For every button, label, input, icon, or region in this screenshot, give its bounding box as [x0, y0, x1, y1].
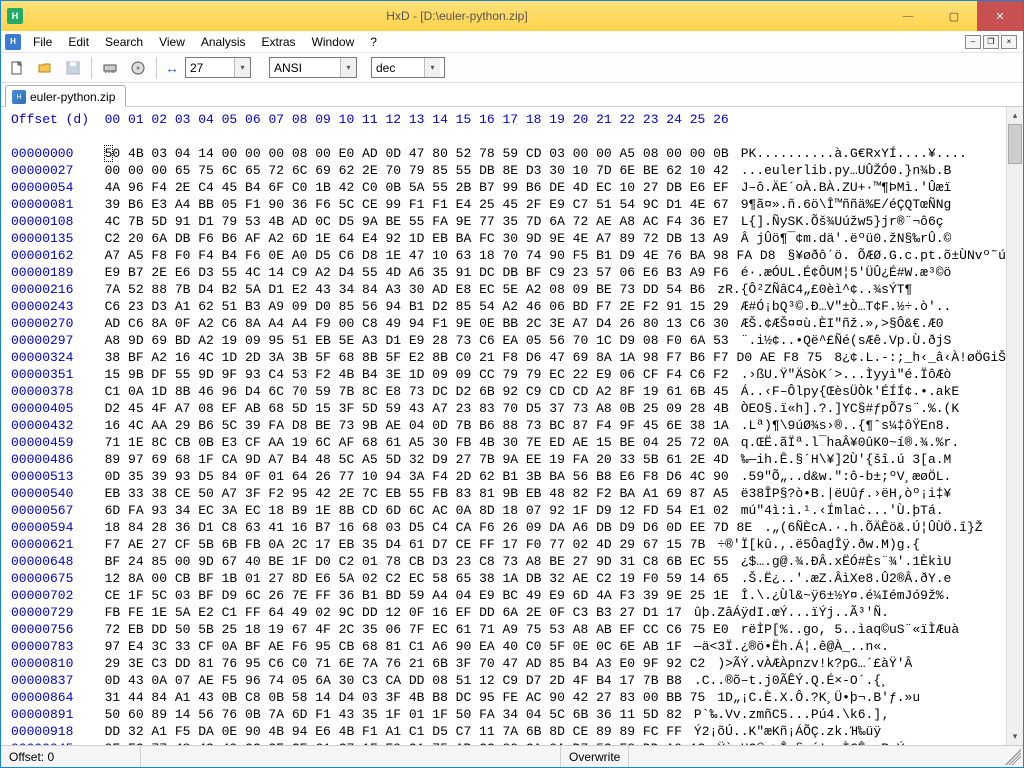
numberbase-combo[interactable]: ▾	[371, 57, 445, 78]
menu-view[interactable]: View	[151, 33, 193, 51]
toolbar: ↔ ▾ ▾ ▾	[1, 53, 1023, 83]
minimize-button[interactable]: —	[885, 1, 931, 31]
mdi-restore-button[interactable]: ❐	[983, 35, 999, 49]
menu-edit[interactable]: Edit	[60, 33, 97, 51]
menu-analysis[interactable]: Analysis	[193, 33, 254, 51]
width-arrow-icon: ↔	[163, 60, 181, 76]
menu-window[interactable]: Window	[304, 33, 363, 51]
file-icon: H	[12, 90, 26, 104]
status-bar: Offset: 0 Overwrite	[1, 745, 1023, 767]
menu-help[interactable]: ?	[362, 33, 385, 51]
ram-button[interactable]	[98, 56, 122, 80]
bytes-per-row-input[interactable]	[186, 58, 234, 77]
numberbase-input[interactable]	[372, 58, 424, 77]
open-button[interactable]	[33, 56, 57, 80]
tab-strip: H euler-python.zip	[1, 83, 1023, 107]
resize-grip[interactable]	[1005, 749, 1021, 765]
maximize-button[interactable]: ▢	[931, 1, 977, 31]
bytes-per-row-combo[interactable]: ▾	[185, 57, 251, 78]
app-icon: H	[7, 8, 23, 24]
window-controls: — ▢ ✕	[885, 1, 1023, 31]
mdi-minimize-button[interactable]: –	[965, 35, 981, 49]
save-button[interactable]	[61, 56, 85, 80]
chevron-down-icon[interactable]: ▾	[424, 58, 440, 77]
charset-combo[interactable]: ▾	[269, 57, 357, 78]
window-titlebar: H HxD - [D:\euler-python.zip] — ▢ ✕	[1, 1, 1023, 31]
vertical-scrollbar[interactable]: ▴ ▾	[1006, 107, 1023, 745]
window-title: HxD - [D:\euler-python.zip]	[29, 9, 885, 23]
mdi-close-button[interactable]: ×	[1001, 35, 1017, 49]
chevron-down-icon[interactable]: ▾	[340, 58, 356, 77]
scroll-up-icon[interactable]: ▴	[1007, 107, 1023, 124]
scrollbar-thumb[interactable]	[1008, 124, 1022, 164]
chevron-down-icon[interactable]: ▾	[234, 58, 250, 77]
status-mode: Overwrite	[561, 746, 629, 767]
scroll-down-icon[interactable]: ▾	[1007, 728, 1023, 745]
file-tab[interactable]: H euler-python.zip	[5, 85, 126, 107]
document-icon: H	[5, 34, 21, 50]
new-button[interactable]	[5, 56, 29, 80]
hex-view[interactable]: Offset (d) 00 01 02 03 04 05 06 07 08 09…	[1, 107, 1006, 745]
charset-input[interactable]	[270, 58, 340, 77]
close-button[interactable]: ✕	[977, 1, 1023, 31]
status-spacer	[141, 746, 561, 767]
menu-search[interactable]: Search	[97, 33, 151, 51]
menu-file[interactable]: File	[25, 33, 60, 51]
disk-button[interactable]	[126, 56, 150, 80]
mdi-controls: – ❐ ×	[965, 35, 1017, 49]
menu-bar: H File Edit Search View Analysis Extras …	[1, 31, 1023, 53]
menu-extras[interactable]: Extras	[254, 33, 304, 51]
tab-label: euler-python.zip	[30, 90, 115, 104]
status-offset: Offset: 0	[1, 746, 141, 767]
